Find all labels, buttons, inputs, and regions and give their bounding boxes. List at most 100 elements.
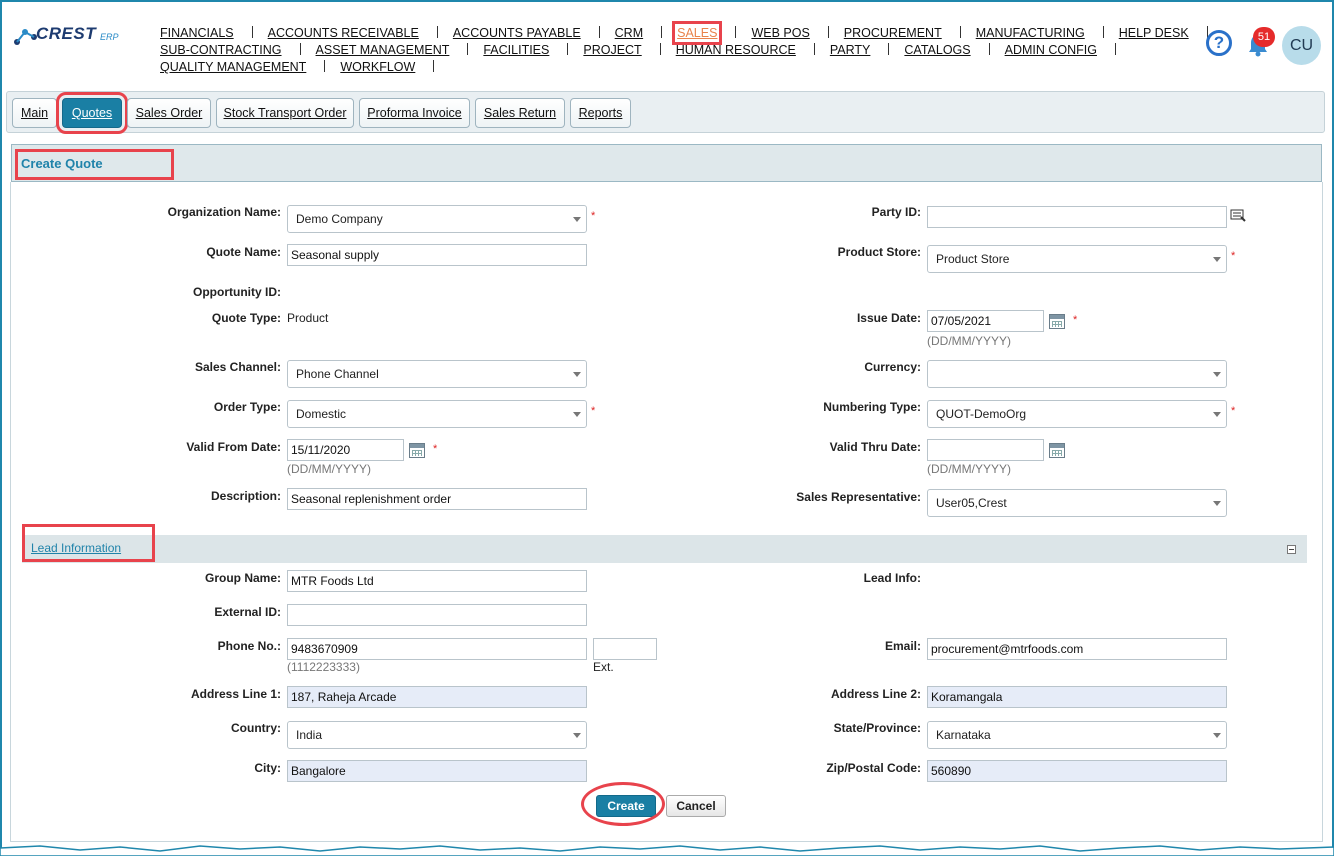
numbering-type-select[interactable]: QUOT-DemoOrg bbox=[927, 400, 1227, 428]
ext-label: Ext. bbox=[593, 660, 614, 674]
menu-separator bbox=[1114, 43, 1116, 55]
product-store-label: Product Store: bbox=[837, 245, 921, 259]
valid-from-date-input[interactable]: 15/11/2020 bbox=[287, 439, 404, 461]
menu-item-sales[interactable]: SALES bbox=[672, 21, 723, 45]
party-lookup-icon[interactable] bbox=[1230, 208, 1246, 222]
tab-reports[interactable]: Reports bbox=[570, 98, 631, 128]
required-marker: * bbox=[433, 443, 438, 455]
menu-item-catalogs[interactable]: CATALOGS bbox=[904, 43, 970, 57]
highlight-oval-create bbox=[581, 782, 665, 826]
issue-date-input[interactable]: 07/05/2021 bbox=[927, 310, 1044, 332]
chevron-down-icon bbox=[1213, 412, 1221, 417]
chevron-down-icon bbox=[573, 217, 581, 222]
menu-item-accounts-receivable[interactable]: ACCOUNTS RECEIVABLE bbox=[268, 26, 419, 40]
chevron-down-icon bbox=[573, 733, 581, 738]
sales-representative-select[interactable]: User05,Crest bbox=[927, 489, 1227, 517]
required-marker: * bbox=[1073, 314, 1078, 326]
calendar-icon[interactable] bbox=[1049, 314, 1065, 329]
menu-separator bbox=[735, 26, 737, 38]
tab-main[interactable]: Main bbox=[12, 98, 57, 128]
address-line-2-input[interactable]: Koramangala bbox=[927, 686, 1227, 708]
menu-item-workflow[interactable]: WORKFLOW bbox=[340, 60, 415, 74]
menu-separator bbox=[1102, 26, 1104, 38]
menu-item-admin-config[interactable]: ADMIN CONFIG bbox=[1005, 43, 1097, 57]
user-avatar[interactable]: CU bbox=[1282, 26, 1321, 65]
logo-text: CREST bbox=[36, 24, 97, 43]
party-id-input[interactable] bbox=[927, 206, 1227, 228]
state-province-label: State/Province: bbox=[833, 721, 921, 735]
help-icon[interactable]: ? bbox=[1206, 30, 1232, 56]
lead-information-header bbox=[22, 535, 1307, 563]
email-label: Email: bbox=[884, 639, 921, 653]
zip-code-input[interactable]: 560890 bbox=[927, 760, 1227, 782]
state-province-select[interactable]: Karnataka bbox=[927, 721, 1227, 749]
main-menu: FINANCIALS ACCOUNTS RECEIVABLE ACCOUNTS PA… bbox=[160, 21, 1208, 77]
menu-item-asset-management[interactable]: ASSET MANAGEMENT bbox=[316, 43, 450, 57]
tab-stock-transport-order[interactable]: Stock Transport Order bbox=[216, 98, 354, 128]
chevron-down-icon bbox=[573, 372, 581, 377]
external-id-input[interactable] bbox=[287, 604, 587, 626]
issue-date-label: Issue Date: bbox=[856, 311, 921, 325]
organization-name-value: Demo Company bbox=[296, 212, 383, 226]
product-store-select[interactable]: Product Store bbox=[927, 245, 1227, 273]
calendar-icon[interactable] bbox=[1049, 443, 1065, 458]
chevron-down-icon bbox=[573, 412, 581, 417]
country-select[interactable]: India bbox=[287, 721, 587, 749]
menu-separator bbox=[598, 26, 600, 38]
phone-ext-input[interactable] bbox=[593, 638, 657, 660]
sales-channel-select[interactable]: Phone Channel bbox=[287, 360, 587, 388]
required-marker: * bbox=[591, 405, 596, 417]
menu-item-crm[interactable]: CRM bbox=[615, 26, 643, 40]
torn-edge bbox=[0, 845, 1334, 856]
external-id-label: External ID: bbox=[214, 605, 281, 619]
menu-item-facilities[interactable]: FACILITIES bbox=[483, 43, 549, 57]
numbering-type-label: Numbering Type: bbox=[823, 400, 921, 414]
menu-item-web-pos[interactable]: WEB POS bbox=[751, 26, 809, 40]
chevron-down-icon bbox=[1213, 733, 1221, 738]
order-type-label: Order Type: bbox=[213, 400, 281, 414]
calendar-icon[interactable] bbox=[409, 443, 425, 458]
quote-type-value: Product bbox=[287, 311, 329, 325]
crest-erp-logo[interactable]: CREST ERP bbox=[14, 20, 124, 50]
tab-sales-return[interactable]: Sales Return bbox=[475, 98, 565, 128]
order-type-select[interactable]: Domestic bbox=[287, 400, 587, 428]
chevron-down-icon bbox=[1213, 501, 1221, 506]
lead-info-label: Lead Info: bbox=[863, 571, 921, 585]
group-name-input[interactable]: MTR Foods Ltd bbox=[287, 570, 587, 592]
notification-badge[interactable]: 51 bbox=[1253, 27, 1275, 47]
logo-network-icon bbox=[14, 29, 37, 45]
tab-sales-order[interactable]: Sales Order bbox=[127, 98, 211, 128]
organization-name-select[interactable]: Demo Company bbox=[287, 205, 587, 233]
cancel-button[interactable]: Cancel bbox=[666, 795, 726, 817]
menu-item-sub-contracting[interactable]: SUB-CONTRACTING bbox=[160, 43, 282, 57]
menu-item-party[interactable]: PARTY bbox=[830, 43, 871, 57]
city-input[interactable]: Bangalore bbox=[287, 760, 587, 782]
phone-input[interactable]: 9483670909 bbox=[287, 638, 587, 660]
quote-name-input[interactable]: Seasonal supply bbox=[287, 244, 587, 266]
menu-separator bbox=[888, 43, 890, 55]
menu-item-procurement[interactable]: PROCUREMENT bbox=[844, 26, 942, 40]
menu-item-accounts-payable[interactable]: ACCOUNTS PAYABLE bbox=[453, 26, 581, 40]
menu-item-human-resource[interactable]: HUMAN RESOURCE bbox=[676, 43, 796, 57]
date-format-hint: (DD/MM/YYYY) bbox=[927, 462, 1011, 476]
party-id-label: Party ID: bbox=[871, 205, 921, 219]
tab-proforma-invoice[interactable]: Proforma Invoice bbox=[359, 98, 470, 128]
menu-separator bbox=[661, 26, 663, 38]
currency-select[interactable] bbox=[927, 360, 1227, 388]
collapse-icon[interactable] bbox=[1287, 545, 1296, 554]
description-label: Description: bbox=[210, 489, 281, 503]
menu-item-project[interactable]: PROJECT bbox=[583, 43, 641, 57]
menu-item-financials[interactable]: FINANCIALS bbox=[160, 26, 234, 40]
valid-from-date-label: Valid From Date: bbox=[186, 440, 281, 454]
tab-quotes[interactable]: Quotes bbox=[56, 92, 128, 134]
menu-item-help-desk[interactable]: HELP DESK bbox=[1119, 26, 1189, 40]
menu-item-quality-management[interactable]: QUALITY MANAGEMENT bbox=[160, 60, 306, 74]
valid-thru-date-input[interactable] bbox=[927, 439, 1044, 461]
menu-item-manufacturing[interactable]: MANUFACTURING bbox=[976, 26, 1085, 40]
phone-label: Phone No.: bbox=[217, 639, 281, 653]
email-input[interactable]: procurement@mtrfoods.com bbox=[927, 638, 1227, 660]
description-input[interactable]: Seasonal replenishment order bbox=[287, 488, 587, 510]
required-marker: * bbox=[1231, 250, 1236, 262]
date-format-hint: (DD/MM/YYYY) bbox=[287, 462, 371, 476]
address-line-1-input[interactable]: 187, Raheja Arcade bbox=[287, 686, 587, 708]
